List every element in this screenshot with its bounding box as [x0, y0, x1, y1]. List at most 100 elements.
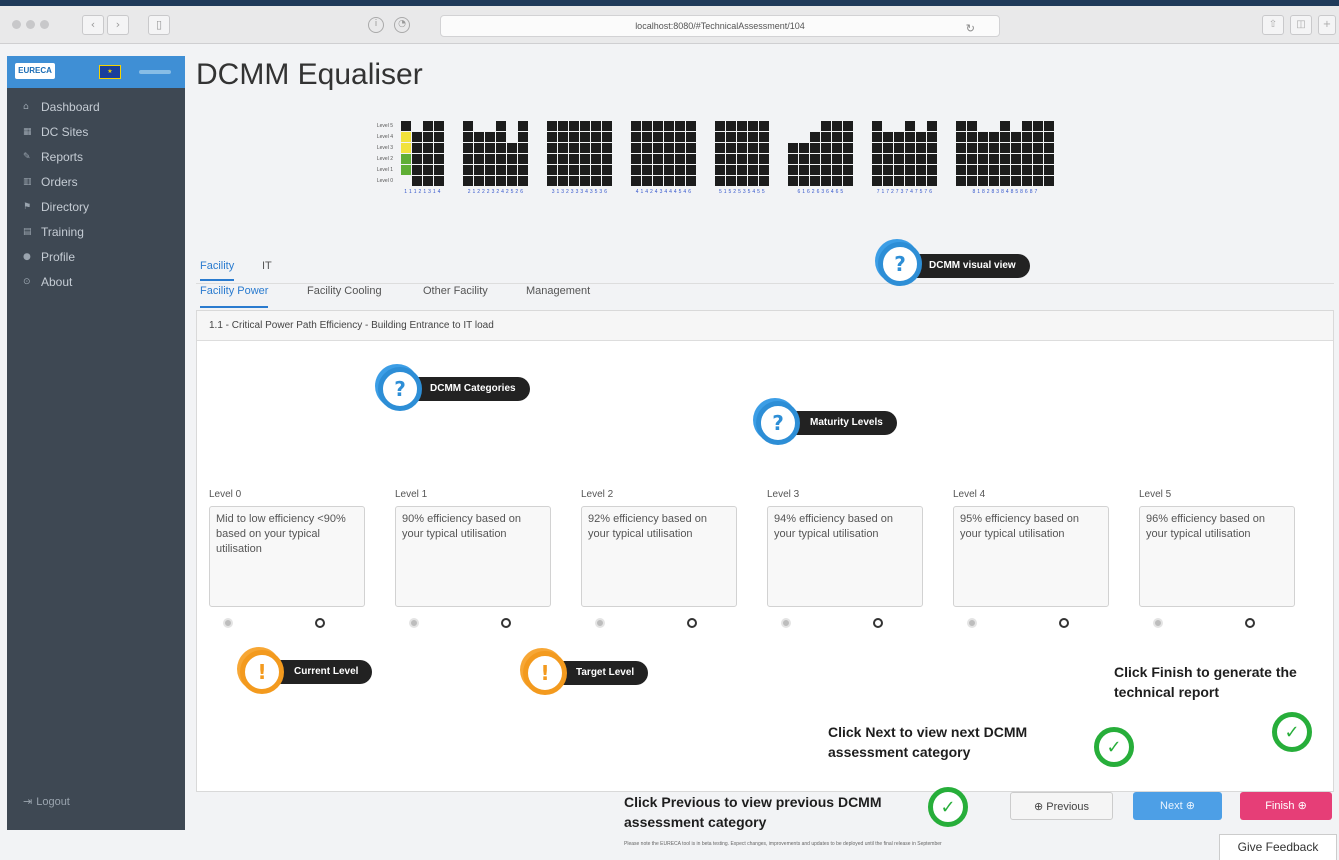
equaliser-column[interactable] [737, 121, 747, 186]
target-level-radio[interactable] [1245, 618, 1255, 628]
equaliser-column[interactable] [507, 121, 517, 186]
logout-link[interactable]: ⇥ Logout [23, 795, 70, 809]
equaliser-column[interactable] [569, 121, 579, 186]
equaliser-column[interactable] [905, 121, 915, 186]
minimize-window-icon[interactable] [26, 20, 35, 29]
equaliser-column[interactable] [978, 121, 988, 186]
equaliser-column[interactable] [872, 121, 882, 186]
equaliser-column[interactable] [463, 121, 473, 186]
give-feedback-button[interactable]: Give Feedback [1219, 834, 1337, 860]
shield-icon[interactable]: ◔ [394, 17, 410, 33]
tab-facility-cooling[interactable]: Facility Cooling [307, 285, 382, 297]
tab-management[interactable]: Management [526, 285, 590, 297]
tab-facility-power[interactable]: Facility Power [200, 285, 269, 308]
sidebar-item-dc-sites[interactable]: ▦ DC Sites [7, 119, 185, 144]
equaliser-column[interactable] [642, 121, 652, 186]
sidebar-item-dashboard[interactable]: ⌂ Dashboard [7, 94, 185, 119]
current-level-radio[interactable] [967, 618, 977, 628]
current-level-radio[interactable] [595, 618, 605, 628]
sidebar-item-about[interactable]: ⊙ About [7, 269, 185, 294]
level-description[interactable]: 90% efficiency based on your typical uti… [395, 506, 551, 607]
current-level-radio[interactable] [223, 618, 233, 628]
equaliser-column[interactable] [927, 121, 937, 186]
equaliser-column[interactable] [412, 121, 422, 186]
equaliser-column[interactable] [1011, 121, 1021, 186]
sidebar-item-training[interactable]: ▤ Training [7, 219, 185, 244]
level-description[interactable]: 94% efficiency based on your typical uti… [767, 506, 923, 607]
finish-button[interactable]: Finish ⊕ [1240, 792, 1332, 820]
equaliser-column[interactable] [821, 121, 831, 186]
level-description[interactable]: Mid to low efficiency <90% based on your… [209, 506, 365, 607]
equaliser-column[interactable] [843, 121, 853, 186]
next-button[interactable]: Next ⊕ [1133, 792, 1222, 820]
equaliser-column[interactable] [653, 121, 663, 186]
equaliser-column[interactable] [810, 121, 820, 186]
address-bar[interactable]: localhost:8080/#TechnicalAssessment/104 … [440, 15, 1000, 37]
sidebar-item-directory[interactable]: ⚑ Directory [7, 194, 185, 219]
sidebar-item-orders[interactable]: ▥ Orders [7, 169, 185, 194]
equaliser-column[interactable] [1044, 121, 1054, 186]
level-description[interactable]: 96% efficiency based on your typical uti… [1139, 506, 1295, 607]
equaliser-column[interactable] [832, 121, 842, 186]
target-level-radio[interactable] [501, 618, 511, 628]
current-level-radio[interactable] [409, 618, 419, 628]
equaliser-column[interactable] [883, 121, 893, 186]
equaliser-column[interactable] [591, 121, 601, 186]
sidebar-item-profile[interactable]: ● Profile [7, 244, 185, 269]
tab-facility[interactable]: Facility [200, 260, 235, 281]
equaliser-column[interactable] [423, 121, 433, 186]
equaliser-column[interactable] [602, 121, 612, 186]
equaliser-column[interactable] [748, 121, 758, 186]
equaliser-column[interactable] [558, 121, 568, 186]
level-description[interactable]: 92% efficiency based on your typical uti… [581, 506, 737, 607]
current-level-radio[interactable] [781, 618, 791, 628]
equaliser-column[interactable] [1033, 121, 1043, 186]
equaliser-column[interactable] [989, 121, 999, 186]
sidebar-item-reports[interactable]: ✎ Reports [7, 144, 185, 169]
info-icon[interactable]: i [368, 17, 384, 33]
forward-arrow-icon[interactable]: › [107, 15, 129, 35]
window-controls[interactable] [12, 20, 49, 29]
tabs-icon[interactable]: ◫ [1290, 15, 1312, 35]
equaliser-column[interactable] [956, 121, 966, 186]
equaliser-column[interactable] [916, 121, 926, 186]
close-window-icon[interactable] [12, 20, 21, 29]
help-icon[interactable]: ? [878, 242, 922, 286]
equaliser-column[interactable] [1000, 121, 1010, 186]
reload-icon[interactable]: ↻ [966, 19, 975, 39]
equaliser-column[interactable] [664, 121, 674, 186]
target-level-radio[interactable] [687, 618, 697, 628]
equaliser-column[interactable] [788, 121, 798, 186]
equaliser-column[interactable] [675, 121, 685, 186]
equaliser-column[interactable] [434, 121, 444, 186]
equaliser-column[interactable] [894, 121, 904, 186]
equaliser-column[interactable] [547, 121, 557, 186]
equaliser-column[interactable] [686, 121, 696, 186]
back-arrow-icon[interactable]: ‹ [82, 15, 104, 35]
equaliser-column[interactable] [580, 121, 590, 186]
level-description[interactable]: 95% efficiency based on your typical uti… [953, 506, 1109, 607]
current-level-radio[interactable] [1153, 618, 1163, 628]
equaliser-column[interactable] [1022, 121, 1032, 186]
menu-collapse-icon[interactable] [139, 70, 171, 74]
share-icon[interactable]: ⇧ [1262, 15, 1284, 35]
target-level-radio[interactable] [873, 618, 883, 628]
equaliser-column[interactable] [485, 121, 495, 186]
equaliser-column[interactable] [474, 121, 484, 186]
equaliser-column[interactable] [726, 121, 736, 186]
equaliser-column[interactable] [518, 121, 528, 186]
target-level-radio[interactable] [315, 618, 325, 628]
tab-it[interactable]: IT [262, 260, 272, 272]
equaliser-column[interactable] [715, 121, 725, 186]
tab-other-facility[interactable]: Other Facility [423, 285, 488, 297]
help-icon[interactable]: ? [756, 401, 800, 445]
previous-button[interactable]: ⊕ Previous [1010, 792, 1113, 820]
target-level-radio[interactable] [1059, 618, 1069, 628]
maximize-window-icon[interactable] [40, 20, 49, 29]
equaliser-column[interactable] [496, 121, 506, 186]
help-icon[interactable]: ? [378, 367, 422, 411]
new-tab-icon[interactable]: + [1318, 15, 1336, 35]
equaliser-column[interactable] [401, 121, 411, 186]
sidebar-toggle-icon[interactable]: ▯ [148, 15, 170, 35]
equaliser-column[interactable] [799, 121, 809, 186]
